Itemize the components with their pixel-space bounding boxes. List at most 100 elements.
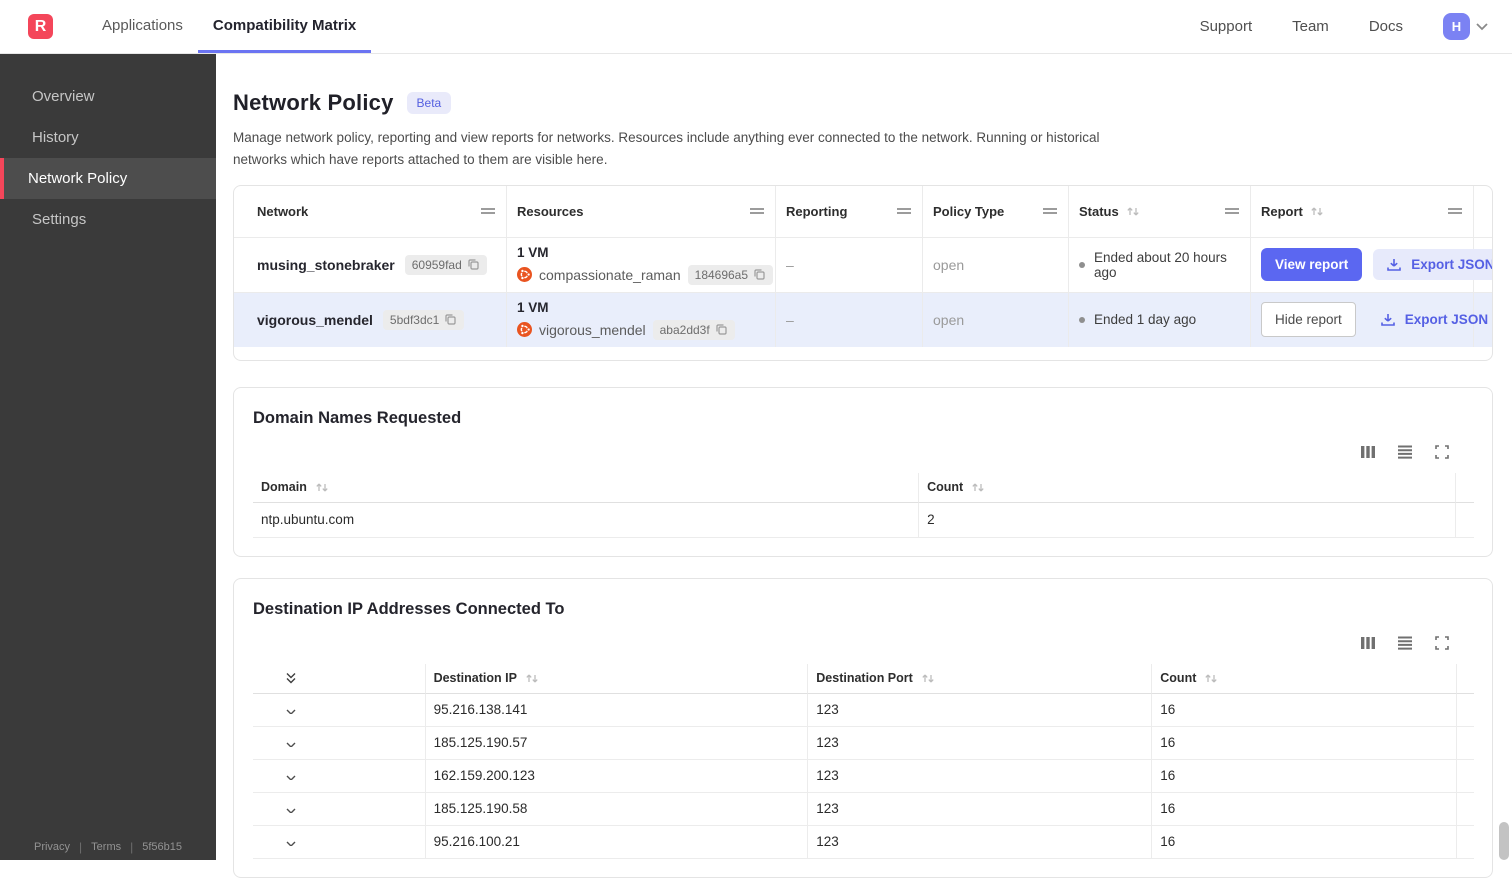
columns-view-icon[interactable] <box>1360 635 1376 651</box>
expand-row-icon[interactable] <box>285 838 297 846</box>
page-scrollbar-thumb[interactable] <box>1499 822 1509 860</box>
column-menu-icon[interactable] <box>1042 204 1058 218</box>
col-status: Status <box>1079 204 1119 219</box>
sort-icon[interactable] <box>921 672 935 684</box>
destination-ip-value: 95.216.138.141 <box>426 694 809 727</box>
terms-link[interactable]: Terms <box>91 841 121 853</box>
status-dot <box>1079 317 1085 323</box>
sidebar-item-history[interactable]: History <box>0 117 216 158</box>
network-name: musing_stonebraker <box>257 257 395 273</box>
table-row[interactable]: 185.125.190.58 123 16 <box>253 793 1474 826</box>
destination-card-title: Destination IP Addresses Connected To <box>253 600 1474 619</box>
fullscreen-icon[interactable] <box>1434 444 1450 460</box>
privacy-link[interactable]: Privacy <box>34 841 70 853</box>
sidebar-item-settings[interactable]: Settings <box>0 199 216 240</box>
table-row[interactable]: vigorous_mendel 5bdf3dc1 1 VM vigorous_m… <box>234 292 1492 347</box>
hide-report-button[interactable]: Hide report <box>1261 302 1356 337</box>
app-logo[interactable]: R <box>28 14 53 39</box>
domain-names-card: Domain Names Requested Domain Count ntp.… <box>233 387 1493 557</box>
resource-hash-pill[interactable]: aba2dd3f <box>653 320 735 340</box>
sidebar-item-network-policy[interactable]: Network Policy <box>0 158 216 199</box>
copy-icon[interactable] <box>444 313 457 326</box>
scrollbar-gutter <box>1457 826 1474 859</box>
ubuntu-icon <box>517 267 532 282</box>
table-row[interactable]: ntp.ubuntu.com 2 <box>253 503 1474 538</box>
col-destination-port: Destination Port <box>816 671 913 685</box>
resource-hash-pill[interactable]: 184696a5 <box>688 265 773 285</box>
network-name: vigorous_mendel <box>257 312 373 328</box>
scrollbar-gutter <box>1474 237 1492 292</box>
sort-icon[interactable] <box>1310 205 1324 217</box>
resource-name: compassionate_raman <box>539 267 681 283</box>
networks-table: Network Resources Reporting Policy Type … <box>234 186 1492 347</box>
expand-row-icon[interactable] <box>285 805 297 813</box>
chevron-down-icon[interactable] <box>1476 22 1488 31</box>
nav-link-support[interactable]: Support <box>1200 18 1253 35</box>
rows-view-icon[interactable] <box>1397 635 1413 651</box>
scrollbar-gutter <box>1457 760 1474 793</box>
count-value: 16 <box>1152 727 1456 760</box>
page-title: Network Policy <box>233 90 394 116</box>
column-menu-icon[interactable] <box>896 204 912 218</box>
sort-icon[interactable] <box>525 672 539 684</box>
sort-icon[interactable] <box>971 481 985 493</box>
table-row[interactable]: 185.125.190.57 123 16 <box>253 727 1474 760</box>
status-dot <box>1079 262 1085 268</box>
scrollbar-gutter <box>1457 664 1474 694</box>
domain-table-header: Domain Count <box>253 473 1474 503</box>
sort-icon[interactable] <box>1204 672 1218 684</box>
destination-ip-value: 162.159.200.123 <box>426 760 809 793</box>
rows-view-icon[interactable] <box>1397 444 1413 460</box>
view-report-button[interactable]: View report <box>1261 248 1362 281</box>
scrollbar-gutter <box>1457 727 1474 760</box>
column-menu-icon[interactable] <box>749 204 765 218</box>
copy-icon[interactable] <box>715 323 728 336</box>
table-row[interactable]: musing_stonebraker 60959fad 1 VM compass… <box>234 237 1492 292</box>
table-row[interactable]: 95.216.138.141 123 16 <box>253 694 1474 727</box>
expand-row-icon[interactable] <box>285 772 297 780</box>
ubuntu-icon <box>517 322 532 337</box>
avatar[interactable]: H <box>1443 13 1470 40</box>
fullscreen-icon[interactable] <box>1434 635 1450 651</box>
nav-link-team[interactable]: Team <box>1292 18 1329 35</box>
beta-badge: Beta <box>407 92 452 114</box>
table-row[interactable]: 162.159.200.123 123 16 <box>253 760 1474 793</box>
nav-tab-compatibility-matrix[interactable]: Compatibility Matrix <box>198 0 371 53</box>
expand-row-icon[interactable] <box>285 739 297 747</box>
column-menu-icon[interactable] <box>1447 204 1463 218</box>
scrollbar-gutter <box>1457 694 1474 727</box>
expand-all-rows-icon[interactable] <box>285 671 297 685</box>
download-icon <box>1380 312 1396 327</box>
nav-link-docs[interactable]: Docs <box>1369 18 1403 35</box>
sidebar-footer: Privacy | Terms | 5f56b15 <box>0 840 216 854</box>
scrollbar-gutter <box>1474 292 1492 347</box>
col-network: Network <box>257 204 308 219</box>
destination-ip-value: 95.216.100.21 <box>426 826 809 859</box>
user-menu[interactable]: H <box>1443 13 1488 40</box>
columns-view-icon[interactable] <box>1360 444 1376 460</box>
copy-icon[interactable] <box>753 268 766 281</box>
sort-icon[interactable] <box>1126 205 1140 217</box>
sidebar-item-overview[interactable]: Overview <box>0 76 216 117</box>
column-menu-icon[interactable] <box>480 204 496 218</box>
network-hash-pill[interactable]: 5bdf3dc1 <box>383 310 464 330</box>
reporting-value: – <box>786 312 794 328</box>
domain-card-title: Domain Names Requested <box>253 409 1474 428</box>
networks-table-header: Network Resources Reporting Policy Type … <box>234 186 1492 237</box>
column-menu-icon[interactable] <box>1224 204 1240 218</box>
domain-value: ntp.ubuntu.com <box>253 503 919 538</box>
table-row[interactable]: 95.216.100.21 123 16 <box>253 826 1474 859</box>
scrollbar-gutter <box>1456 473 1474 503</box>
destination-ip-value: 185.125.190.57 <box>426 727 809 760</box>
expand-row-icon[interactable] <box>285 706 297 714</box>
status-text: Ended about 20 hours ago <box>1094 250 1240 280</box>
build-hash: 5f56b15 <box>142 841 182 853</box>
sort-icon[interactable] <box>315 481 329 493</box>
nav-tab-applications[interactable]: Applications <box>87 0 198 53</box>
copy-icon[interactable] <box>467 258 480 271</box>
divider: | <box>79 840 82 854</box>
main-content: Network Policy Beta Manage network polic… <box>216 54 1512 860</box>
nav-right: Support Team Docs H <box>1200 0 1512 53</box>
status-text: Ended 1 day ago <box>1094 312 1196 327</box>
network-hash-pill[interactable]: 60959fad <box>405 255 487 275</box>
